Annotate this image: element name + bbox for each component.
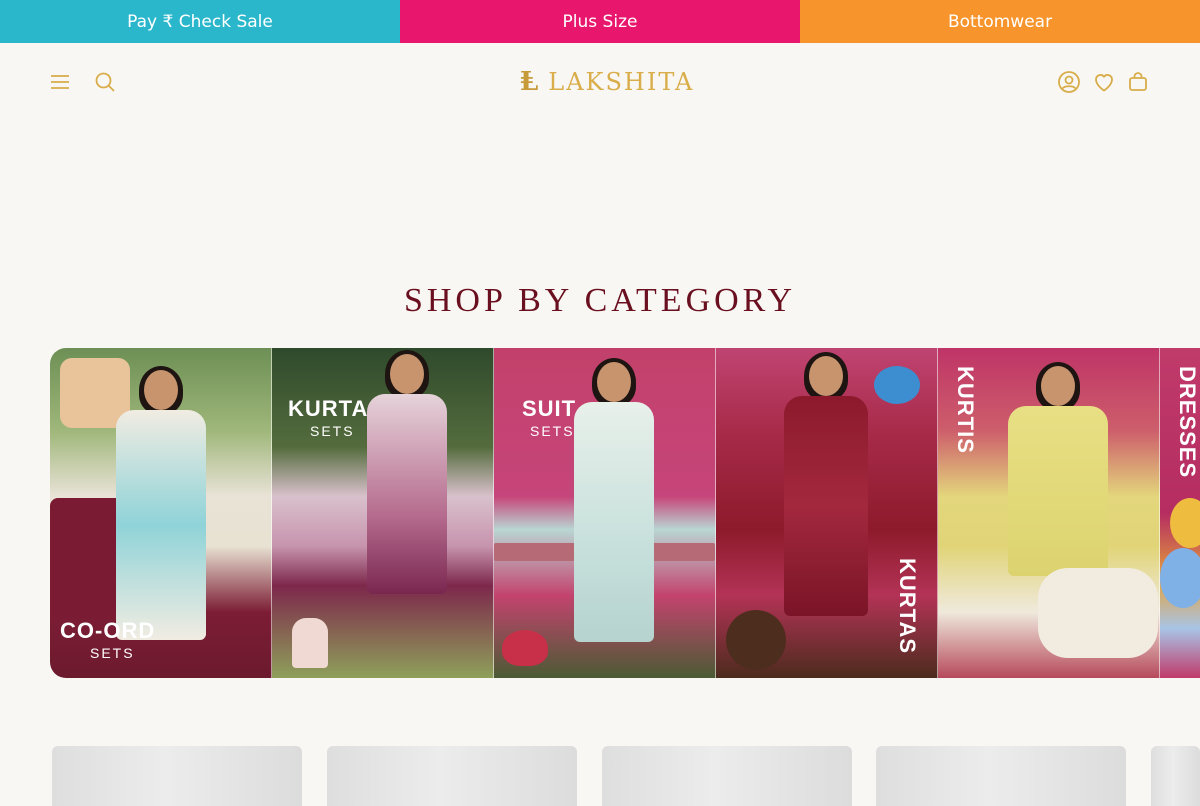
product-card-skeleton	[327, 746, 577, 806]
wishlist-button[interactable]	[1089, 67, 1119, 97]
section-title: SHOP BY CATEGORY	[403, 282, 797, 319]
announcement-bar: Pay ₹ Check Sale Plus Size Bottomwear	[0, 0, 1200, 43]
category-title: DRESSES	[1175, 366, 1200, 479]
product-card-skeleton	[52, 746, 302, 806]
category-carousel[interactable]: CO-ORD SETS KURTA SETS SUIT SETS KURTAS	[50, 348, 1200, 678]
category-subtitle: SETS	[90, 645, 135, 661]
flower-decoration	[1160, 548, 1200, 608]
site-header: Ⱡ LAKSHITA	[0, 43, 1200, 119]
promo-link-bottomwear[interactable]: Bottomwear	[800, 0, 1200, 43]
product-grid-loading	[52, 746, 1200, 806]
category-title: KURTIS	[953, 366, 978, 454]
cart-bag-icon	[1129, 72, 1147, 91]
category-title: CO-ORD	[60, 618, 156, 643]
white-pants-decoration	[1038, 568, 1158, 658]
category-title: KURTA	[288, 396, 369, 421]
category-card-suit-sets[interactable]: SUIT SETS	[494, 348, 716, 678]
product-card-skeleton	[1151, 746, 1200, 806]
search-icon	[95, 72, 115, 92]
category-card-kurtis[interactable]: KURTIS	[938, 348, 1160, 678]
promo-link-plus-size[interactable]: Plus Size	[400, 0, 800, 43]
category-card-kurta-sets[interactable]: KURTA SETS	[272, 348, 494, 678]
category-subtitle: SETS	[310, 423, 355, 439]
category-title: KURTAS	[895, 558, 920, 655]
teacup-decoration	[502, 630, 548, 666]
category-subtitle: SETS	[530, 423, 575, 439]
brand-logo[interactable]: Ⱡ LAKSHITA	[520, 67, 694, 97]
logo-mark: Ⱡ	[520, 67, 539, 97]
wishlist-heart-icon	[1095, 74, 1113, 92]
promo-link-check-sale[interactable]: Pay ₹ Check Sale	[0, 0, 400, 43]
product-card-skeleton	[876, 746, 1126, 806]
category-card-dresses[interactable]: DRESSES	[1160, 348, 1200, 678]
account-icon	[1058, 71, 1080, 93]
dog-decoration	[726, 610, 786, 670]
cart-button[interactable]	[1123, 67, 1153, 97]
search-button[interactable]	[90, 67, 120, 97]
account-button[interactable]	[1054, 67, 1084, 97]
product-card-skeleton	[602, 746, 852, 806]
logo-text: LAKSHITA	[548, 68, 695, 96]
category-card-kurtas[interactable]: KURTAS	[716, 348, 938, 678]
model-figure	[352, 350, 462, 664]
menu-icon	[51, 75, 69, 89]
model-figure	[771, 352, 881, 666]
cake-decoration	[292, 618, 328, 668]
lily-decoration	[1170, 498, 1200, 548]
menu-button[interactable]	[45, 67, 75, 97]
category-card-co-ord-sets[interactable]: CO-ORD SETS	[50, 348, 272, 678]
category-title: SUIT	[522, 396, 577, 421]
